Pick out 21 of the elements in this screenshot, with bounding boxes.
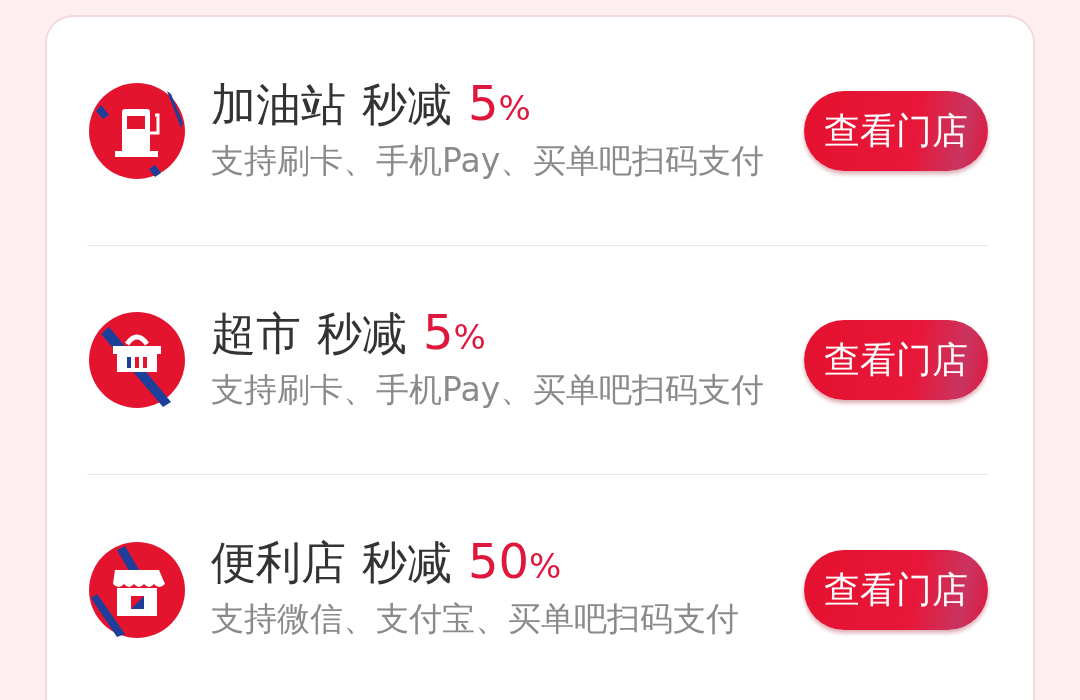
basket-icon (87, 310, 187, 410)
view-stores-button[interactable]: 查看门店 (804, 549, 988, 630)
discount-value: 5 (468, 76, 499, 130)
payment-methods: 支持刷卡、手机Pay、买单吧扫码支付 (211, 368, 766, 411)
payment-methods: 支持刷卡、手机Pay、买单吧扫码支付 (211, 139, 766, 182)
store-category: 便利店 (211, 538, 346, 588)
discount-value: 50 (468, 535, 530, 589)
view-stores-button[interactable]: 查看门店 (804, 91, 988, 171)
percent-sign: % (453, 318, 486, 357)
payment-methods: 支持微信、支付宝、买单吧扫码支付 (211, 598, 740, 641)
fuel-pump-icon (87, 81, 187, 181)
discount-value: 5 (423, 305, 454, 359)
storefront-icon (87, 539, 187, 640)
view-stores-button[interactable]: 查看门店 (804, 320, 988, 400)
store-category: 超市 (211, 308, 301, 359)
discount-label: 秒减 (362, 538, 452, 588)
percent-sign: % (498, 89, 531, 128)
discount-label: 秒减 (317, 308, 407, 359)
discount-label: 秒减 (362, 79, 452, 130)
percent-sign: % (529, 548, 562, 586)
store-category: 加油站 (211, 79, 346, 130)
